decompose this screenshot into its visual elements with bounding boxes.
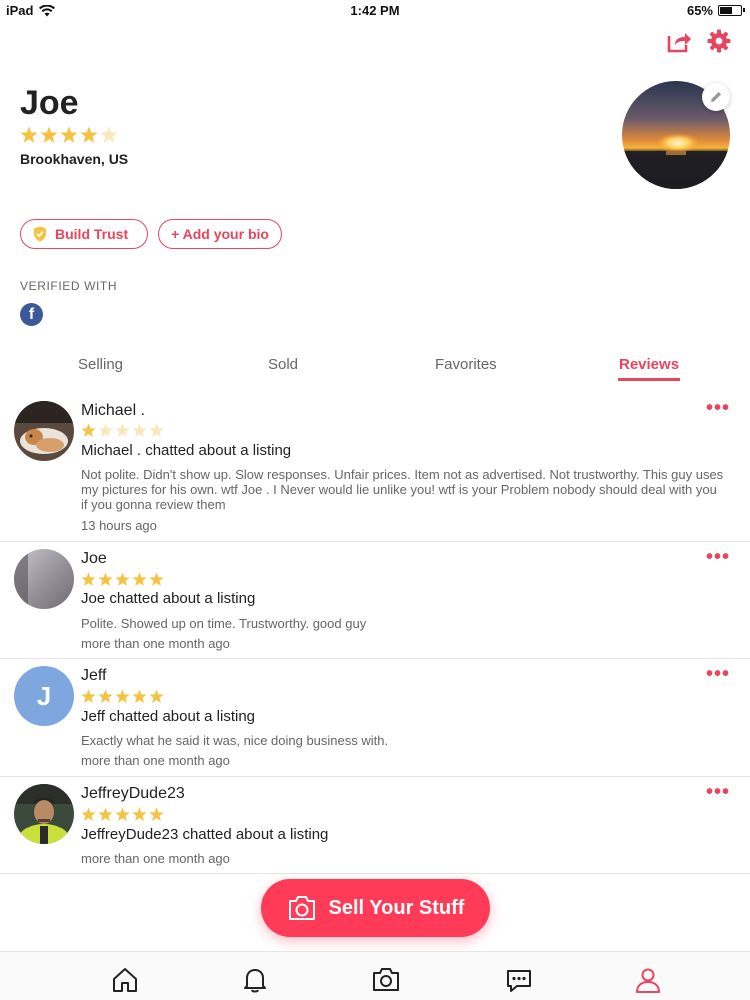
sell-button-label: Sell Your Stuff <box>328 896 465 919</box>
review-time: more than one month ago <box>81 753 230 768</box>
add-bio-button[interactable]: + Add your bio <box>158 219 282 249</box>
reviewer-name[interactable]: Jeff <box>81 667 107 685</box>
star-filled-icon <box>132 807 147 821</box>
review-more-button[interactable]: ••• <box>706 397 730 420</box>
review-item: J Jeff Jeff chatted about a listing Exac… <box>0 659 750 777</box>
edit-avatar-button[interactable] <box>702 83 730 111</box>
review-item: JeffreyDude23 JeffreyDude23 chatted abou… <box>0 777 750 874</box>
build-trust-button[interactable]: Build Trust <box>20 219 148 249</box>
sell-your-stuff-button[interactable]: Sell Your Stuff <box>261 879 490 937</box>
review-item: Michael . Michael . chatted about a list… <box>0 391 750 542</box>
review-rating <box>81 423 164 438</box>
star-filled-icon <box>80 126 98 143</box>
star-filled-icon <box>132 572 147 586</box>
star-empty-icon <box>100 126 118 143</box>
star-filled-icon <box>149 572 164 586</box>
star-filled-icon <box>98 689 113 703</box>
reviewer-avatar[interactable]: J <box>14 666 74 726</box>
camera-icon[interactable] <box>372 966 400 994</box>
star-filled-icon <box>115 807 130 821</box>
shield-icon <box>34 226 46 242</box>
home-icon[interactable] <box>111 966 139 994</box>
tab-sold[interactable]: Sold <box>268 356 298 373</box>
gear-icon[interactable] <box>706 28 732 54</box>
review-item: Joe Joe chatted about a listing Polite. … <box>0 542 750 659</box>
review-headline: JeffreyDude23 chatted about a listing <box>81 826 329 843</box>
review-headline: Joe chatted about a listing <box>81 590 256 607</box>
star-empty-icon <box>132 423 147 437</box>
star-filled-icon <box>149 807 164 821</box>
star-filled-icon <box>149 689 164 703</box>
review-time: more than one month ago <box>81 636 230 651</box>
tab-reviews[interactable]: Reviews <box>619 356 679 373</box>
review-rating <box>81 807 164 822</box>
star-filled-icon <box>132 689 147 703</box>
profile-tabs: Selling Sold Favorites Reviews <box>0 356 750 386</box>
bottom-tab-bar <box>0 951 750 1000</box>
review-time: more than one month ago <box>81 851 230 866</box>
person-photo <box>14 784 74 844</box>
review-headline: Michael . chatted about a listing <box>81 442 292 459</box>
star-filled-icon <box>81 572 96 586</box>
camera-icon <box>288 896 315 920</box>
review-body: Exactly what he said it was, nice doing … <box>81 733 389 748</box>
dog-photo <box>14 401 74 461</box>
star-empty-icon <box>98 423 113 437</box>
star-filled-icon <box>40 126 58 143</box>
status-time: 1:42 PM <box>350 3 400 18</box>
review-body: Not polite. Didn't show up. Slow respons… <box>81 467 724 512</box>
profile-name: Joe <box>20 84 79 122</box>
reviewer-name[interactable]: Michael . <box>81 402 145 420</box>
active-tab-indicator <box>618 378 680 381</box>
reviewer-name[interactable]: JeffreyDude23 <box>81 785 185 803</box>
profile-location: Brookhaven, US <box>20 151 129 167</box>
verified-with-label: VERIFIED WITH <box>20 279 118 293</box>
status-bar: iPad 1:42 PM 65% <box>0 0 750 22</box>
reviewer-avatar[interactable] <box>14 784 74 844</box>
battery-percent: 65% <box>686 3 713 18</box>
star-empty-icon <box>115 423 130 437</box>
header-actions <box>666 28 732 54</box>
profile-icon[interactable] <box>634 966 662 994</box>
star-empty-icon <box>149 423 164 437</box>
review-rating <box>81 572 164 587</box>
build-trust-label: Build Trust <box>55 226 129 242</box>
facebook-icon: f <box>20 303 43 326</box>
reviewer-avatar[interactable] <box>14 401 74 461</box>
review-more-button[interactable]: ••• <box>706 546 730 569</box>
status-right: 65% <box>686 3 745 18</box>
star-filled-icon <box>98 807 113 821</box>
tab-selling[interactable]: Selling <box>78 356 123 373</box>
star-filled-icon <box>60 126 78 143</box>
review-headline: Jeff chatted about a listing <box>81 708 256 725</box>
star-filled-icon <box>20 126 38 143</box>
star-filled-icon <box>81 689 96 703</box>
profile-rating <box>20 126 118 144</box>
battery-icon <box>718 5 745 16</box>
blurred-photo <box>14 549 74 609</box>
star-filled-icon <box>98 572 113 586</box>
pencil-icon <box>711 92 721 102</box>
chat-icon[interactable] <box>505 966 533 994</box>
review-more-button[interactable]: ••• <box>706 781 730 804</box>
star-filled-icon <box>115 572 130 586</box>
star-filled-icon <box>115 689 130 703</box>
reviewer-name[interactable]: Joe <box>81 550 107 568</box>
star-filled-icon <box>81 423 96 437</box>
reviewer-avatar[interactable] <box>14 549 74 609</box>
star-filled-icon <box>81 807 96 821</box>
share-icon[interactable] <box>666 28 692 54</box>
review-rating <box>81 689 164 704</box>
review-body: Polite. Showed up on time. Trustworthy. … <box>81 616 367 631</box>
bell-icon[interactable] <box>241 966 269 994</box>
add-bio-label: + Add your bio <box>171 226 269 242</box>
review-time: 13 hours ago <box>81 518 157 533</box>
review-more-button[interactable]: ••• <box>706 663 730 686</box>
tab-favorites[interactable]: Favorites <box>435 356 497 373</box>
